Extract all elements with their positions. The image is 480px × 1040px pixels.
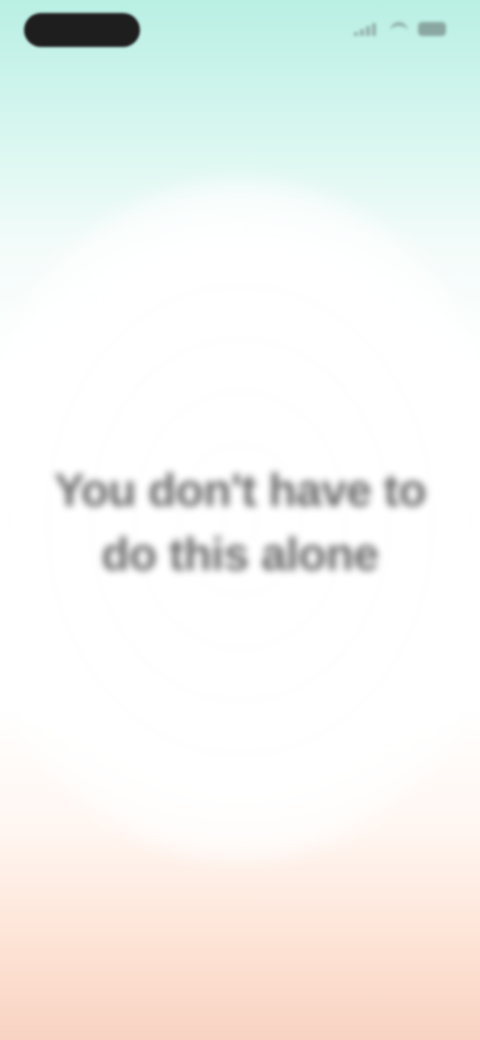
welcome-message: You don't have to do this alone: [53, 464, 427, 580]
battery-icon: [418, 22, 446, 36]
splash-screen: You don't have to do this alone: [0, 0, 480, 1040]
signal-icon: [354, 22, 380, 36]
wifi-icon: [388, 22, 410, 36]
status-bar: [0, 0, 480, 60]
bottom-hint: [72, 856, 142, 886]
status-icons: [354, 22, 446, 36]
time-pill: [24, 13, 140, 47]
